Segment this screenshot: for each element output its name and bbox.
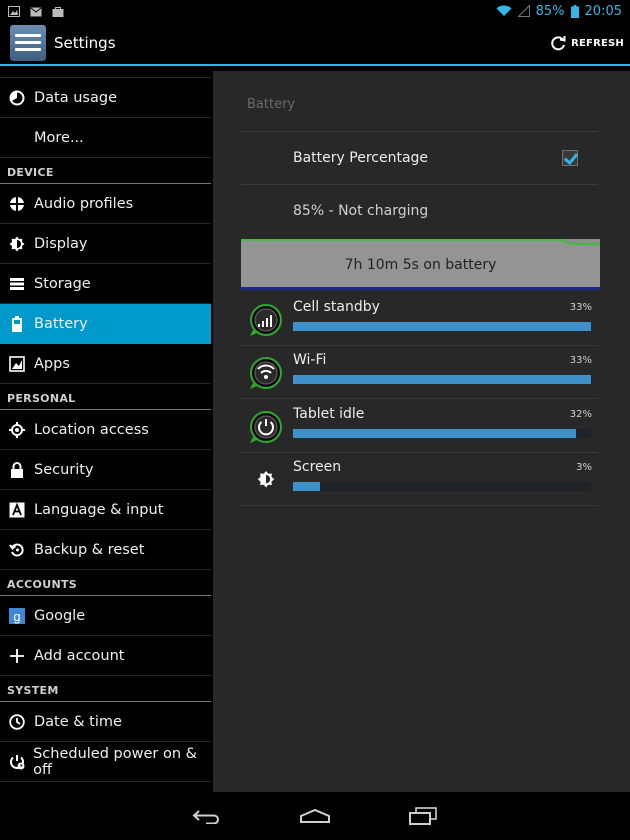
battery-usage-bar-track xyxy=(293,375,591,385)
battery-icon xyxy=(8,315,26,333)
battery-usage-row[interactable]: Cell standby 33% xyxy=(241,293,598,346)
mail-notification-icon xyxy=(30,7,42,16)
audio-profiles-icon xyxy=(8,195,26,213)
battery-usage-row[interactable]: Tablet idle 32% xyxy=(241,400,598,453)
sidebar-item-more[interactable]: More... xyxy=(0,118,211,158)
refresh-button[interactable]: REFRESH xyxy=(549,34,624,52)
clock-icon xyxy=(8,713,26,731)
battery-percent: 85% xyxy=(535,3,565,19)
home-icon xyxy=(300,808,330,823)
sidebar-item-display[interactable]: Display xyxy=(0,224,211,264)
settings-sidebar: Data usage More... DEVICE Audio profiles… xyxy=(0,68,211,792)
battery-usage-bar-track xyxy=(293,322,591,331)
apps-icon xyxy=(8,355,26,373)
wifi-signal-icon xyxy=(496,5,512,17)
sidebar-header-system: SYSTEM xyxy=(0,676,211,702)
battery-usage-bar-track xyxy=(293,428,591,438)
lock-icon xyxy=(8,461,26,479)
sidebar-item-language-input[interactable]: Language & input xyxy=(0,490,211,530)
battery-usage-name: Cell standby xyxy=(293,299,380,315)
section-title: Battery xyxy=(247,97,296,112)
page-title: Settings xyxy=(54,34,116,52)
battery-usage-name: Tablet idle xyxy=(293,405,365,422)
sidebar-item-add-account[interactable]: Add account xyxy=(0,636,211,676)
status-bar: 85% 20:05 xyxy=(0,0,630,22)
battery-usage-bar-fill xyxy=(293,428,576,438)
battery-percentage-pref[interactable]: Battery Percentage xyxy=(241,131,598,184)
battery-panel: Battery Battery Percentage 85% - Not cha… xyxy=(213,71,630,798)
sidebar-item-backup-reset[interactable]: Backup & reset xyxy=(0,530,211,570)
battery-usage-bar-fill xyxy=(293,322,591,331)
wifi-icon xyxy=(249,356,283,390)
data-usage-icon xyxy=(8,89,26,107)
sidebar-header-accounts: ACCOUNTS xyxy=(0,570,211,596)
navigation-bar xyxy=(0,792,630,840)
battery-usage-bar-fill xyxy=(293,375,591,385)
battery-usage-percent: 32% xyxy=(569,408,592,420)
sidebar-item-apps[interactable]: Apps xyxy=(0,344,211,384)
recent-apps-icon xyxy=(409,807,437,825)
back-icon xyxy=(192,810,219,824)
battery-percentage-label: Battery Percentage xyxy=(293,150,429,166)
battery-usage-percent: 33% xyxy=(569,302,592,313)
refresh-icon xyxy=(551,36,566,51)
battery-usage-row[interactable]: Screen 3% xyxy=(241,453,598,506)
sidebar-item-audio-profiles[interactable]: Audio profiles xyxy=(0,184,211,224)
cell-standby-icon xyxy=(249,303,283,337)
sidebar-item-location-access[interactable]: Location access xyxy=(0,410,211,450)
battery-graph-text: 7h 10m 5s on battery xyxy=(344,257,497,273)
power-schedule-icon xyxy=(8,753,25,771)
battery-detail-pane: Battery Battery Percentage 85% - Not cha… xyxy=(211,68,630,798)
battery-usage-row[interactable]: Wi-Fi 33% xyxy=(241,346,598,400)
back-button[interactable] xyxy=(184,801,230,831)
image-notification-icon xyxy=(8,5,20,17)
battery-status-row: 85% - Not charging xyxy=(241,184,598,238)
refresh-label: REFRESH xyxy=(571,37,624,49)
tablet-idle-icon xyxy=(249,410,283,444)
language-icon xyxy=(8,501,26,519)
storage-icon xyxy=(8,275,26,293)
screen-brightness-icon xyxy=(249,463,283,497)
clock: 20:05 xyxy=(584,3,622,19)
cell-signal-icon xyxy=(517,5,530,17)
battery-usage-percent: 3% xyxy=(576,461,592,473)
sidebar-item-date-time[interactable]: Date & time xyxy=(0,702,211,742)
sidebar-header-personal: PERSONAL xyxy=(0,384,211,410)
display-brightness-icon xyxy=(8,235,26,253)
sidebar-item-battery[interactable]: Battery xyxy=(0,304,211,344)
svg-text:g: g xyxy=(13,609,20,624)
recent-apps-button[interactable] xyxy=(400,801,446,831)
battery-percentage-checkbox[interactable] xyxy=(562,150,578,166)
battery-status-text: 85% - Not charging xyxy=(293,203,429,219)
battery-usage-percent: 33% xyxy=(569,355,592,367)
backup-icon xyxy=(8,541,26,559)
sidebar-header-device: DEVICE xyxy=(0,158,211,184)
home-button[interactable] xyxy=(292,801,338,831)
sidebar-item-google[interactable]: g Google xyxy=(0,596,211,636)
sidebar-item-scheduled-power[interactable]: Scheduled power on & off xyxy=(0,742,211,782)
battery-usage-bar-fill xyxy=(293,481,320,491)
settings-app-icon[interactable] xyxy=(10,25,46,61)
battery-usage-bar-track xyxy=(293,481,591,491)
sidebar-item-storage[interactable]: Storage xyxy=(0,264,211,304)
battery-usage-name: Screen xyxy=(293,458,342,475)
google-icon: g xyxy=(8,607,26,625)
plus-icon xyxy=(8,647,26,665)
location-icon xyxy=(8,421,26,439)
sidebar-item-security[interactable]: Security xyxy=(0,450,211,490)
shop-notification-icon xyxy=(52,6,64,17)
action-bar: Settings REFRESH xyxy=(0,22,630,66)
status-battery-icon xyxy=(570,4,579,18)
battery-history-graph[interactable]: 7h 10m 5s on battery xyxy=(241,239,600,290)
battery-usage-name: Wi-Fi xyxy=(293,352,327,369)
sidebar-item-data-usage[interactable]: Data usage xyxy=(0,78,211,118)
